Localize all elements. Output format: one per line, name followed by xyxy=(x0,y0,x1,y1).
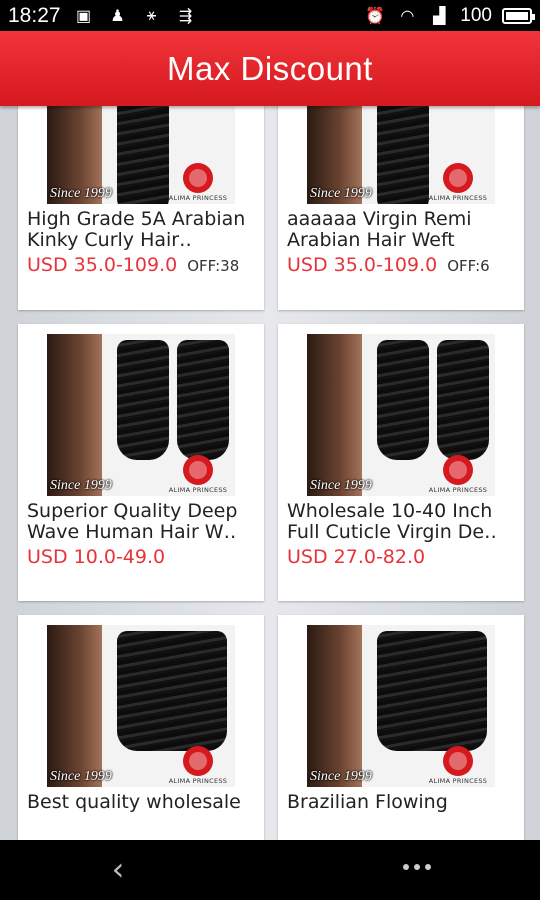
navigation-bar: ‹ xyxy=(0,840,540,900)
usb-share-icon: ⚹ xyxy=(146,6,157,24)
status-time: 18:27 xyxy=(8,3,61,27)
product-card[interactable]: Since 1999 ALIMA PRINCESS Brazilian Flow… xyxy=(278,615,524,840)
product-card[interactable]: Since 1999 ALIMA PRINCESS aaaaaa Virgin … xyxy=(278,106,524,310)
product-image[interactable]: Since 1999 ALIMA PRINCESS xyxy=(47,106,235,204)
product-title: High Grade 5A Arabian Kinky Curly Hair‥ xyxy=(27,209,246,251)
product-list[interactable]: Since 1999 ALIMA PRINCESS High Grade 5A … xyxy=(0,106,540,840)
since-label: Since 1999 xyxy=(50,769,112,784)
status-bar: 18:27 ▣ ♟ ⚹ ⇶ ⏰ ◠ ▟ 100 xyxy=(0,0,540,31)
brand-logo: ALIMA PRINCESS xyxy=(167,746,229,785)
product-title: Best quality wholesale xyxy=(27,792,241,813)
app-header: Max Discount xyxy=(0,31,540,106)
product-card[interactable]: Since 1999 ALIMA PRINCESS Superior Quali… xyxy=(18,324,264,601)
since-label: Since 1999 xyxy=(50,186,112,201)
since-label: Since 1999 xyxy=(310,769,372,784)
product-price: USD 35.0-109.0 xyxy=(27,254,178,276)
product-price: USD 27.0-82.0 xyxy=(287,546,426,568)
brand-logo: ALIMA PRINCESS xyxy=(167,163,229,202)
notification-icon: ♟ xyxy=(110,7,125,25)
product-title: Wholesale 10-40 Inch Full Cuticle Virgin… xyxy=(287,501,497,543)
brand-logo: ALIMA PRINCESS xyxy=(427,455,489,494)
usb-icon: ⇶ xyxy=(178,7,193,25)
product-price: USD 10.0-49.0 xyxy=(27,546,166,568)
back-icon[interactable]: ‹ xyxy=(103,853,133,885)
product-card[interactable]: Since 1999 ALIMA PRINCESS High Grade 5A … xyxy=(18,106,264,310)
product-image[interactable]: Since 1999 ALIMA PRINCESS xyxy=(307,106,495,204)
product-card[interactable]: Since 1999 ALIMA PRINCESS Best quality w… xyxy=(18,615,264,840)
signal-3g-icon: ▟ xyxy=(433,7,446,25)
product-card[interactable]: Since 1999 ALIMA PRINCESS Wholesale 10-4… xyxy=(278,324,524,601)
wifi-icon: ◠ xyxy=(400,7,415,25)
brand-logo: ALIMA PRINCESS xyxy=(427,163,489,202)
image-icon: ▣ xyxy=(76,7,92,25)
alarm-icon: ⏰ xyxy=(365,7,386,25)
battery-level: 100 xyxy=(460,4,492,26)
since-label: Since 1999 xyxy=(50,478,112,493)
page-title: Max Discount xyxy=(167,49,373,87)
product-price: USD 35.0-109.0 xyxy=(287,254,438,276)
product-image[interactable]: Since 1999 ALIMA PRINCESS xyxy=(47,334,235,496)
since-label: Since 1999 xyxy=(310,186,372,201)
product-discount: OFF:6 xyxy=(447,257,490,275)
product-image[interactable]: Since 1999 ALIMA PRINCESS xyxy=(307,334,495,496)
product-image[interactable]: Since 1999 ALIMA PRINCESS xyxy=(47,625,235,787)
product-image[interactable]: Since 1999 ALIMA PRINCESS xyxy=(307,625,495,787)
brand-logo: ALIMA PRINCESS xyxy=(427,746,489,785)
battery-icon xyxy=(502,7,535,24)
more-icon[interactable] xyxy=(403,864,431,870)
product-title: Superior Quality Deep Wave Human Hair W‥ xyxy=(27,501,238,543)
product-title: aaaaaa Virgin Remi Arabian Hair Weft xyxy=(287,209,472,251)
product-discount: OFF:38 xyxy=(187,257,240,275)
product-grid: Since 1999 ALIMA PRINCESS High Grade 5A … xyxy=(18,106,524,840)
since-label: Since 1999 xyxy=(310,478,372,493)
product-title: Brazilian Flowing xyxy=(287,792,448,813)
brand-logo: ALIMA PRINCESS xyxy=(167,455,229,494)
